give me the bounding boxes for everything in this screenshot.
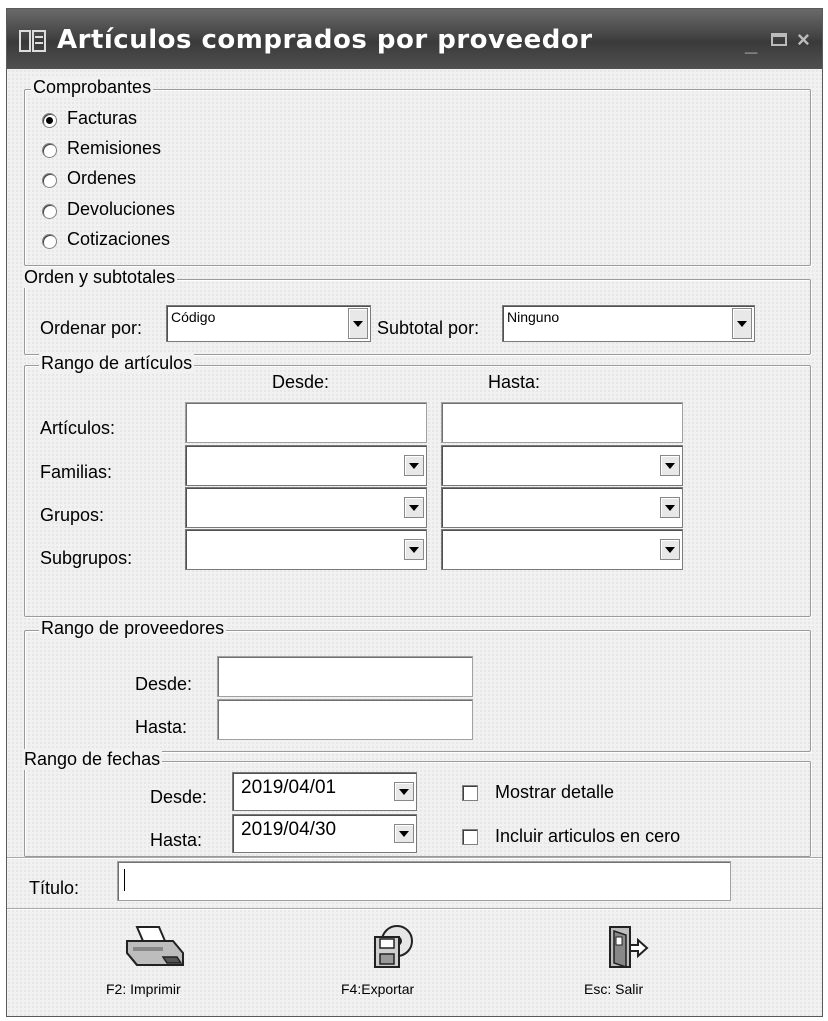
radio-facturas[interactable] — [42, 113, 57, 128]
articulos-desde-input[interactable] — [185, 402, 427, 443]
chevron-down-icon[interactable] — [394, 782, 414, 801]
fecha-hasta-value: 2019/04/30 — [241, 819, 337, 840]
chevron-down-icon[interactable] — [732, 308, 752, 339]
exit-door-icon — [609, 926, 649, 969]
proveedores-desde-label: Desde: — [135, 674, 193, 694]
chevron-down-icon[interactable] — [660, 497, 680, 518]
ordenar-por-select[interactable]: Código — [166, 305, 371, 342]
chevron-down-icon[interactable] — [404, 539, 424, 560]
grupos-row-label: Grupos: — [40, 505, 105, 525]
proveedores-hasta-input[interactable] — [217, 699, 473, 740]
chevron-down-icon[interactable] — [394, 824, 414, 843]
subtotal-por-label: Subtotal por: — [377, 318, 480, 338]
radio-facturas-label[interactable]: Facturas — [67, 108, 137, 129]
chevron-down-icon[interactable] — [660, 539, 680, 560]
fecha-desde-picker[interactable]: 2019/04/01 — [232, 772, 417, 811]
rango-articulos-legend: Rango de artículos — [39, 353, 195, 374]
incluir-cero-checkbox[interactable] — [462, 829, 478, 845]
ordenar-por-value: Código — [171, 309, 216, 325]
chevron-down-icon[interactable] — [348, 308, 368, 339]
close-icon[interactable]: × — [797, 27, 810, 53]
imprimir-label: F2: Imprimir — [106, 981, 181, 997]
radio-devoluciones-label[interactable]: Devoluciones — [67, 199, 175, 220]
rango-fechas-group: Rango de fechas Desde: 2019/04/01 Hasta:… — [22, 749, 811, 857]
radio-remisiones[interactable] — [42, 143, 57, 158]
report-window: Artículos comprados por proveedor _ × Co… — [6, 8, 823, 1017]
minimize-icon[interactable]: _ — [745, 31, 757, 57]
radio-cotizaciones-label[interactable]: Cotizaciones — [67, 229, 170, 250]
articulos-row-label: Artículos: — [40, 418, 116, 438]
mostrar-detalle-label[interactable]: Mostrar detalle — [495, 782, 614, 803]
title-bar[interactable]: Artículos comprados por proveedor _ × — [7, 9, 822, 69]
desde-column-header: Desde: — [272, 372, 330, 392]
hasta-column-header: Hasta: — [488, 372, 541, 392]
ordenar-por-label: Ordenar por: — [40, 318, 143, 338]
exportar-label: F4:Exportar — [341, 981, 415, 997]
familias-row-label: Familias: — [40, 462, 113, 482]
window-title: Artículos comprados por proveedor — [57, 25, 593, 55]
familias-hasta-select[interactable] — [441, 445, 683, 486]
titulo-input[interactable] — [117, 861, 731, 901]
radio-remisiones-label[interactable]: Remisiones — [67, 138, 161, 159]
fecha-hasta-picker[interactable]: 2019/04/30 — [232, 814, 417, 853]
comprobantes-group: Comprobantes Facturas Remisiones Ordenes… — [24, 77, 811, 266]
chevron-down-icon[interactable] — [660, 455, 680, 476]
fecha-desde-value: 2019/04/01 — [241, 777, 337, 798]
salir-label: Esc: Salir — [584, 981, 644, 997]
divider — [7, 908, 822, 909]
radio-ordenes[interactable] — [42, 173, 57, 188]
comprobantes-legend: Comprobantes — [31, 77, 154, 98]
fecha-desde-label: Desde: — [150, 787, 208, 807]
fecha-hasta-label: Hasta: — [150, 830, 203, 850]
rango-fechas-legend: Rango de fechas — [22, 749, 163, 770]
incluir-cero-label[interactable]: Incluir articulos en cero — [495, 826, 680, 847]
rango-proveedores-legend: Rango de proveedores — [39, 618, 227, 639]
mostrar-detalle-checkbox[interactable] — [462, 785, 478, 801]
articulos-hasta-input[interactable] — [441, 402, 683, 443]
proveedores-desde-input[interactable] — [217, 656, 473, 697]
app-icon — [19, 30, 46, 52]
chevron-down-icon[interactable] — [404, 455, 424, 476]
orden-group: Orden y subtotales Ordenar por: Código S… — [22, 267, 811, 355]
salir-button[interactable]: Esc: Salir — [580, 923, 670, 1003]
orden-legend: Orden y subtotales — [22, 267, 178, 288]
subtotal-por-select[interactable]: Ninguno — [502, 305, 755, 342]
subgrupos-desde-select[interactable] — [185, 529, 427, 570]
radio-cotizaciones[interactable] — [42, 234, 57, 249]
text-caret — [124, 869, 125, 891]
titulo-label: Título: — [29, 878, 80, 898]
subgrupos-row-label: Subgrupos: — [40, 548, 133, 568]
printer-icon — [126, 926, 184, 966]
rango-articulos-group: Rango de artículos Desde: Hasta: Artícul… — [24, 353, 811, 617]
grupos-hasta-select[interactable] — [441, 487, 683, 528]
rango-proveedores-group: Rango de proveedores Desde: Hasta: — [24, 618, 811, 752]
familias-desde-select[interactable] — [185, 445, 427, 486]
exportar-button[interactable]: F4:Exportar — [341, 923, 437, 1003]
subgrupos-hasta-select[interactable] — [441, 529, 683, 570]
subtotal-por-value: Ninguno — [507, 309, 560, 325]
proveedores-hasta-label: Hasta: — [135, 717, 188, 737]
maximize-icon[interactable] — [771, 33, 787, 46]
grupos-desde-select[interactable] — [185, 487, 427, 528]
radio-ordenes-label[interactable]: Ordenes — [67, 168, 136, 189]
radio-devoluciones[interactable] — [42, 204, 57, 219]
export-icon — [374, 925, 413, 968]
divider — [7, 857, 822, 858]
chevron-down-icon[interactable] — [404, 497, 424, 518]
imprimir-button[interactable]: F2: Imprimir — [106, 923, 202, 1003]
